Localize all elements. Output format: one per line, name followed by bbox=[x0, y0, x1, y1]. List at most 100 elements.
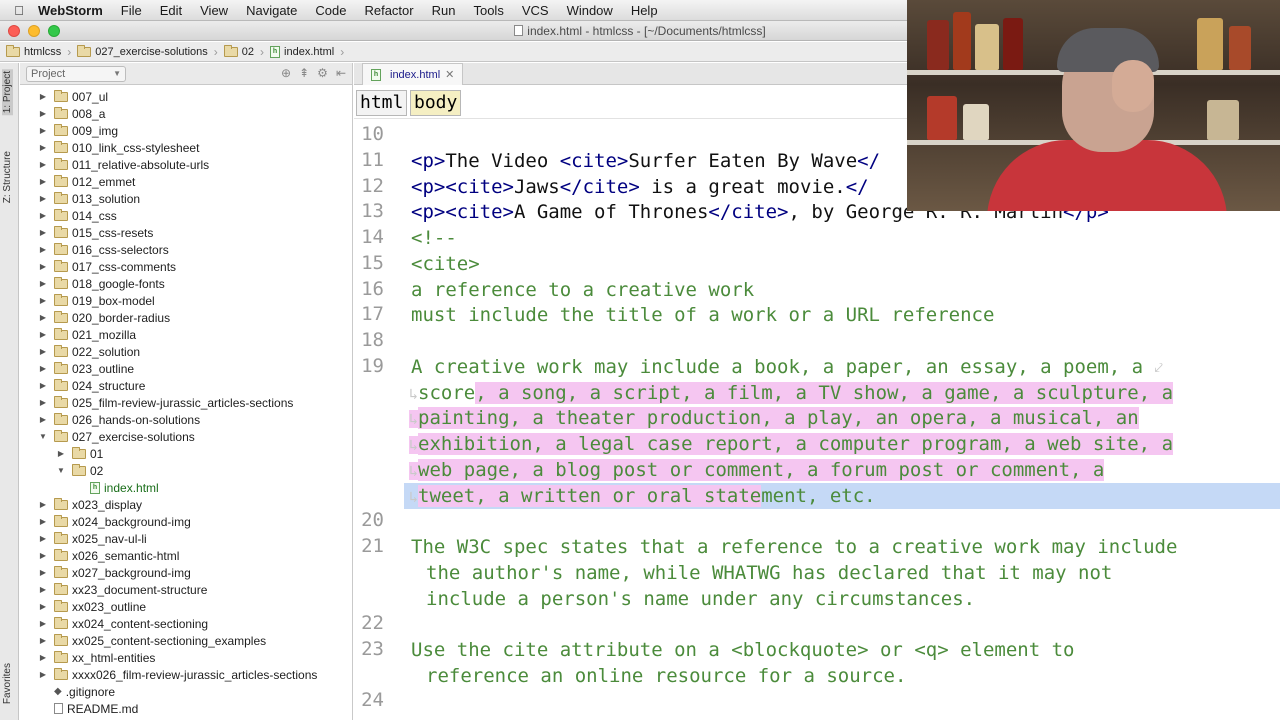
project-tree-item[interactable]: ▶ 026_hands-on-solutions bbox=[36, 411, 200, 428]
collapsed-arrow-icon[interactable]: ▶ bbox=[36, 194, 50, 203]
project-tree-item[interactable]: ▶ 015_css-resets bbox=[36, 224, 153, 241]
nav-crumb-file[interactable]: h index.html › bbox=[270, 45, 350, 59]
tag-breadcrumb-body[interactable]: body bbox=[410, 90, 462, 116]
tag-breadcrumb-html[interactable]: html bbox=[356, 90, 408, 116]
menu-app-name[interactable]: WebStorm bbox=[38, 3, 112, 18]
collapsed-arrow-icon[interactable]: ▶ bbox=[36, 177, 50, 186]
code-line-15[interactable]: <cite> bbox=[411, 251, 480, 277]
project-tree-item[interactable]: ▶ 012_emmet bbox=[36, 173, 135, 190]
collapsed-arrow-icon[interactable]: ▶ bbox=[36, 517, 50, 526]
collapsed-arrow-icon[interactable]: ▶ bbox=[36, 347, 50, 356]
expanded-arrow-icon[interactable]: ▼ bbox=[36, 432, 50, 441]
project-tree-item[interactable]: ▶ xx23_document-structure bbox=[36, 581, 207, 598]
menu-vcs[interactable]: VCS bbox=[513, 3, 558, 18]
code-line-21a[interactable]: The W3C spec states that a reference to … bbox=[411, 534, 1177, 560]
project-tree-item[interactable]: ▶ 021_mozilla bbox=[36, 326, 136, 343]
code-line-12[interactable]: <p><cite>Jaws</cite> is a great movie.</ bbox=[411, 174, 869, 200]
favorites-tool-tab[interactable]: Favorites bbox=[2, 663, 13, 704]
project-tree-item[interactable]: ▶ x024_background-img bbox=[36, 513, 191, 530]
menu-run[interactable]: Run bbox=[423, 3, 465, 18]
project-tree-item[interactable]: ▶ xx023_outline bbox=[36, 598, 146, 615]
collapsed-arrow-icon[interactable]: ▶ bbox=[36, 398, 50, 407]
project-tree-item[interactable]: ▶ 025_film-review-jurassic_articles-secti… bbox=[36, 394, 293, 411]
collapsed-arrow-icon[interactable]: ▶ bbox=[36, 279, 50, 288]
project-tree-item[interactable]: ▶ xxxx026_film-review-jurassic_articles-s… bbox=[36, 666, 317, 683]
project-tree-item[interactable]: ▶ x027_background-img bbox=[36, 564, 191, 581]
collapsed-arrow-icon[interactable]: ▶ bbox=[36, 245, 50, 254]
apple-icon[interactable]:  bbox=[0, 3, 38, 18]
collapsed-arrow-icon[interactable]: ▶ bbox=[36, 500, 50, 509]
collapsed-arrow-icon[interactable]: ▶ bbox=[36, 160, 50, 169]
collapsed-arrow-icon[interactable]: ▶ bbox=[36, 602, 50, 611]
project-tree-item[interactable]: ▶ 010_link_css-stylesheet bbox=[36, 139, 199, 156]
code-line-23a[interactable]: Use the cite attribute on a <blockquote>… bbox=[411, 637, 1074, 663]
code-line-17[interactable]: must include the title of a work or a UR… bbox=[411, 302, 994, 328]
collapsed-arrow-icon[interactable]: ▶ bbox=[36, 415, 50, 424]
project-tree-item[interactable]: ▶ 023_outline bbox=[36, 360, 134, 377]
collapsed-arrow-icon[interactable]: ▶ bbox=[36, 619, 50, 628]
code-line-19b[interactable]: ↳score, a song, a script, a film, a TV s… bbox=[409, 380, 1174, 406]
code-line-11[interactable]: <p>The Video <cite>Surfer Eaten By Wave<… bbox=[411, 148, 880, 174]
menu-tools[interactable]: Tools bbox=[464, 3, 512, 18]
project-tree-item[interactable]: ▶ 014_css bbox=[36, 207, 117, 224]
close-tab-icon[interactable]: ✕ bbox=[445, 68, 454, 81]
collapsed-arrow-icon[interactable]: ▶ bbox=[36, 296, 50, 305]
project-tree-item[interactable]: README.md bbox=[36, 700, 138, 717]
project-tree-item[interactable]: ▶ 011_relative-absolute-urls bbox=[36, 156, 209, 173]
project-tree-item[interactable]: ▶ 009_img bbox=[36, 122, 118, 139]
project-tree-item[interactable]: ▶ 017_css-comments bbox=[36, 258, 176, 275]
project-tree-item[interactable]: ▶ 020_border-radius bbox=[36, 309, 170, 326]
collapsed-arrow-icon[interactable]: ▶ bbox=[36, 228, 50, 237]
code-line-21c[interactable]: include a person's name under any circum… bbox=[426, 586, 975, 612]
project-tree-item[interactable]: ▶ 013_solution bbox=[36, 190, 140, 207]
project-tree-item[interactable]: ▶ 018_google-fonts bbox=[36, 275, 165, 292]
menu-help[interactable]: Help bbox=[622, 3, 667, 18]
code-line-23b[interactable]: reference an online resource for a sourc… bbox=[426, 663, 906, 689]
project-tool-tab[interactable]: 1: Project bbox=[2, 69, 13, 116]
menu-code[interactable]: Code bbox=[306, 3, 355, 18]
menu-view[interactable]: View bbox=[191, 3, 237, 18]
expanded-arrow-icon[interactable]: ▼ bbox=[54, 466, 68, 475]
scroll-from-source-icon[interactable]: ⊕ bbox=[281, 66, 291, 80]
collapsed-arrow-icon[interactable]: ▶ bbox=[36, 126, 50, 135]
code-line-19a[interactable]: A creative work may include a book, a pa… bbox=[411, 354, 1163, 380]
project-tree-item[interactable]: ▶ xx_html-entities bbox=[36, 649, 155, 666]
collapsed-arrow-icon[interactable]: ▶ bbox=[36, 568, 50, 577]
code-line-19f[interactable]: ↳tweet, a written or oral statement, etc… bbox=[409, 483, 876, 509]
project-view-select[interactable]: Project ▼ bbox=[26, 65, 126, 82]
project-tree-item[interactable]: ▶ 019_box-model bbox=[36, 292, 155, 309]
code-line-21b[interactable]: the author's name, while WHATWG has decl… bbox=[426, 560, 1112, 586]
collapsed-arrow-icon[interactable]: ▶ bbox=[36, 211, 50, 220]
nav-crumb-project[interactable]: htmlcss › bbox=[6, 44, 77, 59]
collapsed-arrow-icon[interactable]: ▶ bbox=[36, 653, 50, 662]
project-tree-item[interactable]: ▶ 022_solution bbox=[36, 343, 140, 360]
settings-gear-icon[interactable]: ⚙ bbox=[317, 66, 328, 80]
collapsed-arrow-icon[interactable]: ▶ bbox=[36, 585, 50, 594]
code-line-16[interactable]: a reference to a creative work bbox=[411, 277, 754, 303]
menu-file[interactable]: File bbox=[112, 3, 151, 18]
collapsed-arrow-icon[interactable]: ▶ bbox=[36, 551, 50, 560]
project-tree-item[interactable]: ▼ 02 bbox=[54, 462, 103, 479]
project-tree-item[interactable]: ▶ 01 bbox=[54, 445, 103, 462]
hide-panel-icon[interactable]: ⇤ bbox=[336, 66, 346, 80]
collapsed-arrow-icon[interactable]: ▶ bbox=[36, 330, 50, 339]
project-tree-item[interactable]: ▶ x025_nav-ul-li bbox=[36, 530, 147, 547]
collapsed-arrow-icon[interactable]: ▶ bbox=[36, 534, 50, 543]
project-tree-item[interactable]: ▶ 007_ul bbox=[36, 88, 108, 105]
project-tree-item[interactable]: ▶ 016_css-selectors bbox=[36, 241, 169, 258]
project-tree-item[interactable]: ▶ xx024_content-sectioning bbox=[36, 615, 208, 632]
collapsed-arrow-icon[interactable]: ▶ bbox=[36, 636, 50, 645]
project-tree-item[interactable]: ▶ 008_a bbox=[36, 105, 105, 122]
collapsed-arrow-icon[interactable]: ▶ bbox=[54, 449, 68, 458]
structure-tool-tab[interactable]: Z: Structure bbox=[2, 151, 13, 203]
project-tree-item[interactable]: ◆ .gitignore bbox=[36, 683, 115, 700]
menu-navigate[interactable]: Navigate bbox=[237, 3, 306, 18]
menu-refactor[interactable]: Refactor bbox=[355, 3, 422, 18]
menu-window[interactable]: Window bbox=[558, 3, 622, 18]
project-tree-item[interactable]: ▶ xx025_content-sectioning_examples bbox=[36, 632, 266, 649]
nav-crumb-folder[interactable]: 027_exercise-solutions › bbox=[77, 44, 224, 59]
collapsed-arrow-icon[interactable]: ▶ bbox=[36, 670, 50, 679]
project-tree-item[interactable]: ▶ 024_structure bbox=[36, 377, 145, 394]
project-tree-item[interactable]: ▶ x026_semantic-html bbox=[36, 547, 179, 564]
collapsed-arrow-icon[interactable]: ▶ bbox=[36, 109, 50, 118]
